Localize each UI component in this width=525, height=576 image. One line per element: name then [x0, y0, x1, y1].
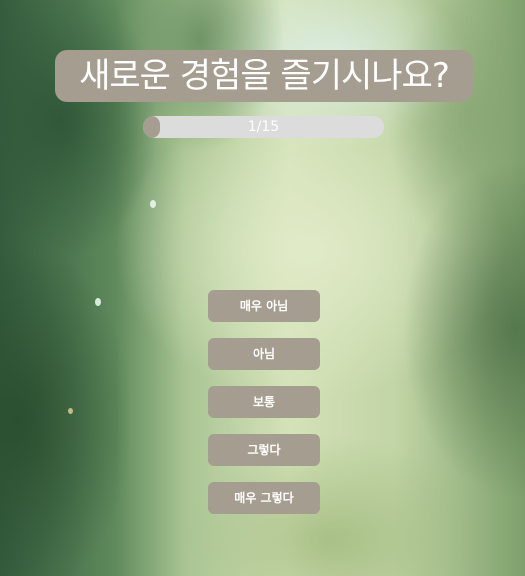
progress-bar: 1/15 — [143, 116, 384, 138]
question-title: 새로운 경험을 즐기시나요? — [55, 50, 473, 102]
progress-label: 1/15 — [247, 119, 280, 135]
background-speck — [68, 408, 73, 414]
option-agree-button[interactable]: 그렇다 — [208, 434, 320, 466]
option-neutral-button[interactable]: 보통 — [208, 386, 320, 418]
option-disagree-button[interactable]: 아님 — [208, 338, 320, 370]
option-strongly-agree-button[interactable]: 매우 그렇다 — [208, 482, 320, 514]
background-speck — [150, 200, 156, 208]
background-speck — [95, 298, 101, 306]
answer-options: 매우 아님 아님 보통 그렇다 매우 그렇다 — [208, 290, 320, 530]
survey-page: { "question": { "text": "새로운 경험을 즐기시나요?"… — [0, 0, 525, 576]
option-strongly-disagree-button[interactable]: 매우 아님 — [208, 290, 320, 322]
